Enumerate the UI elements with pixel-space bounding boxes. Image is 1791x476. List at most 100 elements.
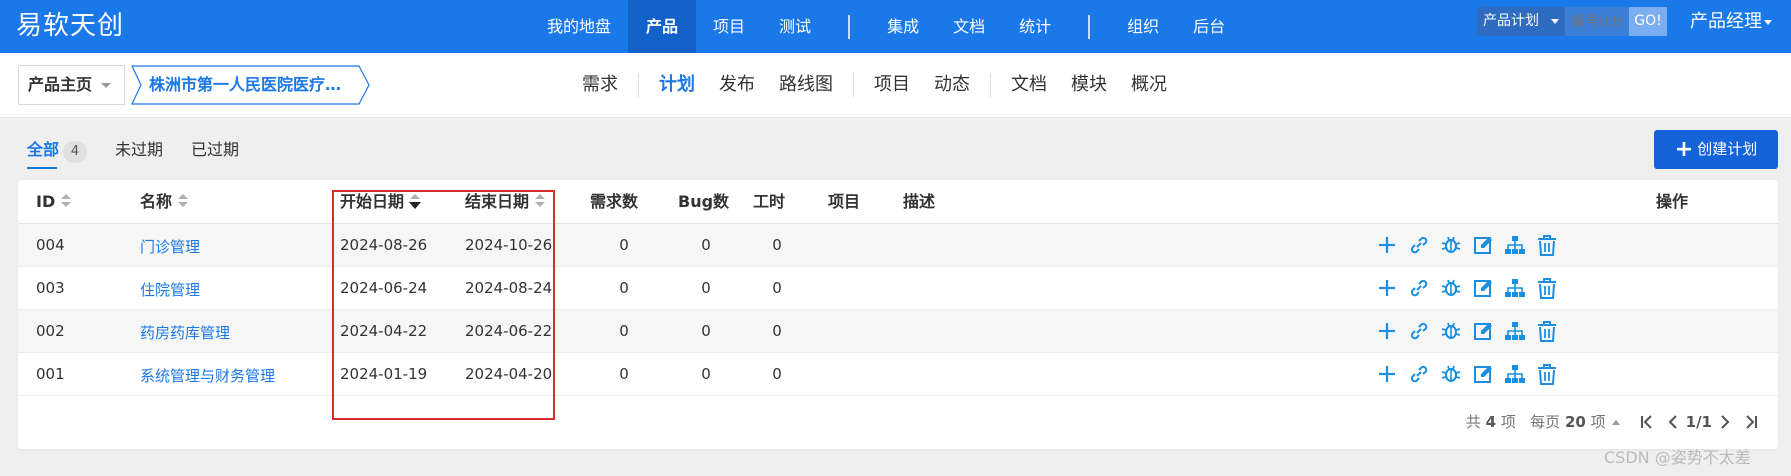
subnav-doc[interactable]: 文档 (999, 65, 1059, 105)
col-id-label: ID (36, 192, 56, 211)
subnav-divider (853, 73, 854, 97)
tab-unexpired[interactable]: 未过期 (115, 137, 163, 163)
sort-icon (61, 194, 72, 208)
edit-icon[interactable] (1472, 233, 1494, 257)
bug-icon[interactable] (1440, 319, 1462, 343)
search-go-button[interactable]: GO! (1629, 7, 1667, 36)
tree-icon[interactable] (1504, 319, 1526, 343)
link-icon[interactable] (1408, 319, 1430, 343)
subnav-project[interactable]: 项目 (862, 65, 922, 105)
plan-name-link[interactable]: 系统管理与财务管理 (140, 355, 275, 398)
nav-item-admin[interactable]: 后台 (1176, 0, 1242, 53)
nav-divider (848, 14, 851, 39)
nav-item-project[interactable]: 项目 (696, 0, 762, 53)
breadcrumb-product-label: 株洲市第一人民医院医疗… (131, 65, 377, 105)
cell-hours: 0 (772, 365, 782, 383)
plus-icon[interactable] (1376, 233, 1398, 257)
tab-expired[interactable]: 已过期 (191, 137, 239, 163)
subnav-plan[interactable]: 计划 (647, 65, 707, 105)
col-header-hours: 工时 (753, 192, 786, 211)
cell-id: 002 (36, 322, 65, 340)
pager-perpage[interactable]: 20 (1565, 408, 1586, 436)
trash-icon[interactable] (1536, 233, 1558, 257)
user-role-label: 产品经理 (1690, 11, 1762, 32)
tab-all[interactable]: 全部 4 (27, 137, 88, 169)
cell-end-date: 2024-08-24 (465, 279, 553, 297)
plus-icon[interactable] (1376, 319, 1398, 343)
first-page-icon[interactable] (1638, 412, 1656, 432)
tree-icon[interactable] (1504, 276, 1526, 300)
plan-name-link[interactable]: 门诊管理 (140, 226, 200, 269)
cell-bugs: 0 (701, 322, 711, 340)
product-name: 株洲市第一人民医院医疗… (149, 75, 342, 94)
link-icon[interactable] (1408, 233, 1430, 257)
nav-item-product[interactable]: 产品 (628, 0, 697, 53)
plan-name-link[interactable]: 药房药库管理 (140, 312, 230, 355)
last-page-icon[interactable] (1742, 412, 1760, 432)
plus-icon: + (1674, 137, 1694, 162)
nav-item-devops[interactable]: 集成 (870, 0, 936, 53)
prev-page-icon[interactable] (1664, 412, 1682, 432)
bug-icon[interactable] (1440, 233, 1462, 257)
edit-icon[interactable] (1472, 276, 1494, 300)
subnav-module[interactable]: 模块 (1059, 65, 1119, 105)
chevron-down-icon (1551, 19, 1559, 24)
subnav-divider (990, 73, 991, 97)
nav-item-report[interactable]: 统计 (1002, 0, 1068, 53)
col-header-end[interactable]: 结束日期 (465, 180, 546, 224)
nav-item-qa[interactable]: 测试 (762, 0, 828, 53)
sort-desc-icon (409, 194, 422, 209)
table-row: 003 住院管理 2024-06-24 2024-08-24 0 0 0 (18, 267, 1778, 310)
pager-perpage-suffix: 项 (1590, 413, 1606, 431)
edit-icon[interactable] (1472, 362, 1494, 386)
create-plan-button[interactable]: + 创建计划 (1654, 130, 1778, 169)
subnav-story[interactable]: 需求 (570, 65, 630, 105)
pager-current-page: 1/1 (1685, 413, 1712, 431)
col-name-label: 名称 (140, 192, 173, 211)
plan-name-link[interactable]: 住院管理 (140, 269, 200, 312)
next-page-icon[interactable] (1716, 412, 1734, 432)
search-type-select[interactable]: 产品计划 (1477, 7, 1565, 36)
breadcrumb-product-switcher[interactable]: 株洲市第一人民医院医疗… (131, 65, 377, 105)
nav-divider (1088, 14, 1091, 39)
breadcrumb-product-home[interactable]: 产品主页 (18, 65, 125, 105)
trash-icon[interactable] (1536, 319, 1558, 343)
link-icon[interactable] (1408, 362, 1430, 386)
subnav-view[interactable]: 概况 (1119, 65, 1179, 105)
link-icon[interactable] (1408, 276, 1430, 300)
bug-icon[interactable] (1440, 362, 1462, 386)
table-row: 001 系统管理与财务管理 2024-01-19 2024-04-20 0 0 0 (18, 353, 1778, 396)
plus-icon[interactable] (1376, 362, 1398, 386)
search-input[interactable] (1565, 7, 1629, 36)
trash-icon[interactable] (1536, 362, 1558, 386)
col-begin-label: 开始日期 (340, 192, 405, 211)
col-header-project: 项目 (828, 192, 861, 211)
col-header-name[interactable]: 名称 (140, 180, 189, 224)
chevron-up-icon[interactable] (1611, 419, 1620, 425)
table-row: 004 门诊管理 2024-08-26 2024-10-26 0 0 0 (18, 224, 1778, 267)
user-menu[interactable]: 产品经理 (1690, 8, 1772, 36)
tree-icon[interactable] (1504, 233, 1526, 257)
cell-stories: 0 (619, 279, 629, 297)
chevron-down-icon (1764, 19, 1772, 25)
subnav-dynamic[interactable]: 动态 (922, 65, 982, 105)
bug-icon[interactable] (1440, 276, 1462, 300)
plus-icon[interactable] (1376, 276, 1398, 300)
nav-item-my[interactable]: 我的地盘 (530, 0, 628, 53)
trash-icon[interactable] (1536, 276, 1558, 300)
cell-id: 003 (36, 279, 65, 297)
row-actions (1376, 233, 1568, 257)
cell-end-date: 2024-10-26 (465, 236, 553, 254)
col-header-id[interactable]: ID (36, 180, 72, 224)
nav-item-doc[interactable]: 文档 (936, 0, 1002, 53)
cell-stories: 0 (619, 236, 629, 254)
tree-icon[interactable] (1504, 362, 1526, 386)
col-header-begin[interactable]: 开始日期 (340, 180, 422, 224)
nav-item-company[interactable]: 组织 (1110, 0, 1176, 53)
edit-icon[interactable] (1472, 319, 1494, 343)
subnav-roadmap[interactable]: 路线图 (767, 65, 845, 105)
subnav-release[interactable]: 发布 (707, 65, 767, 105)
cell-bugs: 0 (701, 365, 711, 383)
brand-logo[interactable]: 易软天创 (16, 8, 124, 44)
table-header: ID 名称 开始日期 结束日期 需求数 Bug数 工时 项目 描述 操作 (18, 180, 1778, 224)
